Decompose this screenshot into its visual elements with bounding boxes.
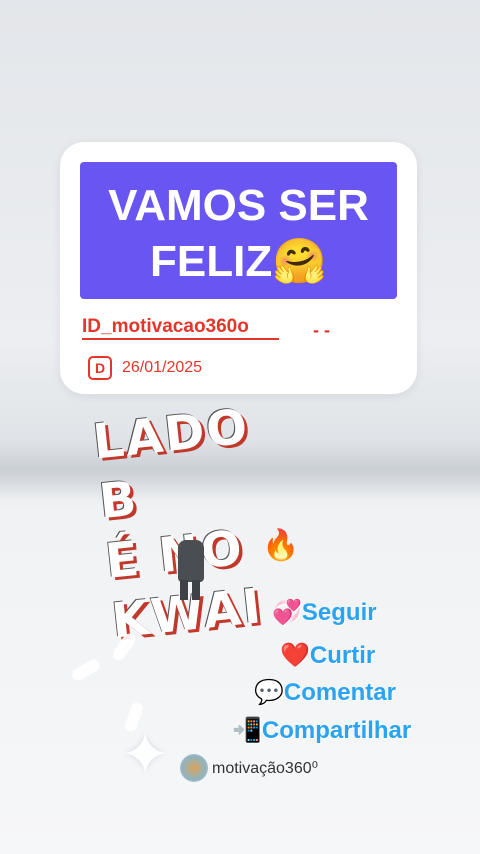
hug-emoji-icon: 🤗: [272, 237, 327, 286]
person-figure: [174, 540, 208, 600]
phone-arrow-icon: 📲: [232, 717, 262, 744]
sparkle-dash: [70, 657, 102, 683]
like-label: Curtir: [309, 642, 376, 669]
caption-card: VAMOS SER FELIZ🤗 ID_motivacao360o - - D …: [60, 142, 417, 394]
author-handle[interactable]: motivação360⁰: [212, 758, 318, 778]
share-button[interactable]: 📲Compartilhar: [232, 716, 411, 745]
logo-line1: LADO B: [90, 398, 252, 531]
caption-title-word: FELIZ: [150, 237, 273, 286]
creator-id: ID_motivacao360o: [82, 316, 279, 340]
share-label: Compartilhar: [261, 717, 412, 744]
heart-icon: ❤️: [280, 642, 310, 669]
caption-title-line1: VAMOS SER: [108, 181, 369, 230]
speech-bubble-icon: 💬: [254, 679, 284, 706]
caption-title-line2: FELIZ🤗: [80, 234, 397, 290]
creator-id-dash: - -: [313, 320, 330, 340]
follow-button[interactable]: 💞Seguir: [272, 598, 377, 627]
like-button[interactable]: ❤️Curtir: [280, 641, 375, 670]
caption-title-box: VAMOS SER FELIZ🤗: [80, 162, 397, 299]
post-date: 26/01/2025: [122, 359, 203, 376]
fire-emoji-icon: 🔥: [262, 529, 300, 562]
hearts-icon: 💞: [272, 599, 302, 626]
date-row: D 26/01/2025: [88, 356, 202, 380]
follow-label: Seguir: [301, 599, 377, 626]
comment-label: Comentar: [283, 679, 396, 706]
author-row[interactable]: motivação360⁰: [180, 754, 318, 782]
d-badge-icon: D: [88, 356, 112, 380]
comment-button[interactable]: 💬Comentar: [254, 678, 396, 707]
avatar[interactable]: [180, 754, 208, 782]
